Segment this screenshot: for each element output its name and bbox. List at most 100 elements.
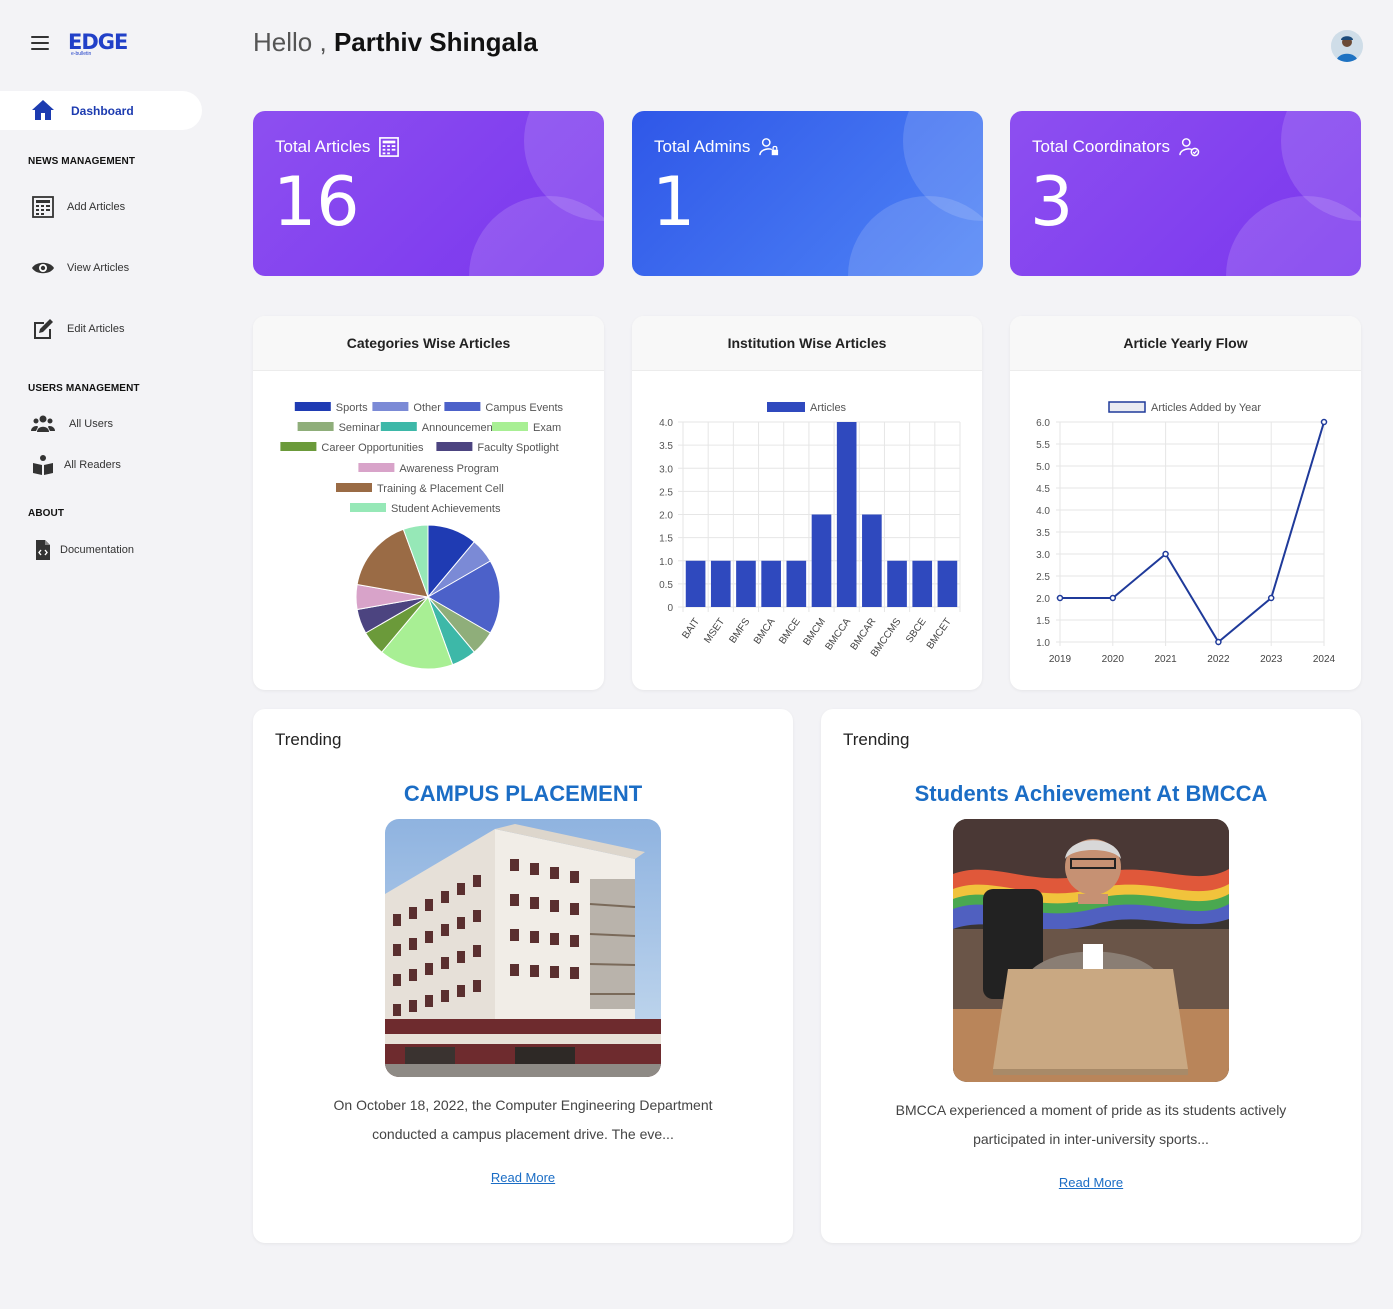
trending-description: On October 18, 2022, the Computer Engine… <box>293 1091 753 1149</box>
trending-description: BMCCA experienced a moment of pride as i… <box>861 1096 1321 1154</box>
legend-swatch <box>294 402 331 411</box>
avatar-image <box>1331 30 1363 62</box>
legend-label: Campus Events <box>485 402 563 414</box>
y-tick-label: 2.5 <box>1036 572 1050 583</box>
stat-card-total-coordinators[interactable]: Total Coordinators 3 <box>1010 111 1361 276</box>
trending-image-person[interactable] <box>953 819 1229 1082</box>
legend-swatch <box>297 422 334 431</box>
bar <box>761 560 781 607</box>
card-categories-chart: Categories Wise Articles Sports Other Camp… <box>253 316 604 690</box>
x-tick-label: BMCA <box>752 616 778 646</box>
y-tick-label: 0.5 <box>659 580 673 591</box>
section-title-users: USERS MANAGEMENT <box>28 383 140 394</box>
sidebar-item-add-articles[interactable]: Add Articles <box>0 192 210 222</box>
y-tick-label: 3.5 <box>659 441 673 452</box>
greeting-hello: Hello , <box>253 27 327 57</box>
y-tick-label: 5.5 <box>1036 440 1050 451</box>
trending-title[interactable]: Students Achievement At BMCCA <box>821 781 1361 807</box>
trending-image-building[interactable] <box>385 819 661 1077</box>
stat-card-total-articles[interactable]: Total Articles 16 <box>253 111 604 276</box>
legend-swatch <box>336 483 372 492</box>
app-logo[interactable]: EDGE e-bulletin <box>68 30 128 58</box>
sidebar-item-edit-articles[interactable]: Edit Articles <box>0 314 210 344</box>
x-tick-label: BMCET <box>925 616 954 651</box>
y-tick-label: 4.0 <box>1036 506 1050 517</box>
legend-swatch <box>350 503 386 512</box>
trending-card-student-achievement: Trending Students Achievement At BMCCA B… <box>821 709 1361 1243</box>
trending-desc-line: BMCCA experienced a moment of pride as i… <box>895 1102 1287 1118</box>
sidebar-item-all-readers[interactable]: All Readers <box>0 450 210 480</box>
data-point <box>1056 594 1064 602</box>
x-tick-label: 2021 <box>1154 654 1177 665</box>
legend-label: Other <box>413 402 441 414</box>
edit-icon <box>34 319 53 339</box>
legend-swatch <box>358 463 395 472</box>
sidebar-item-view-articles[interactable]: View Articles <box>0 253 210 283</box>
legend-label: Seminar <box>339 422 380 434</box>
legend-swatch <box>436 442 473 451</box>
trending-card-campus-placement: Trending CAMPUS PLACEMENT On October 18,… <box>253 709 793 1243</box>
stat-label: Total Articles <box>275 137 371 156</box>
data-point <box>1109 594 1117 602</box>
y-tick-label: 4.5 <box>1036 484 1050 495</box>
card-institution-chart: Institution Wise Articles Articles 0 0.5 1.… <box>632 316 982 690</box>
stat-title: Total Articles <box>275 137 400 157</box>
logo-subtext: e-bulletin <box>71 51 92 57</box>
stat-title: Total Admins <box>654 137 780 157</box>
eye-icon <box>32 262 54 274</box>
x-tick-label: BMFS <box>727 616 752 645</box>
user-check-icon <box>1179 138 1200 157</box>
x-tick-label: SBCE <box>904 616 929 645</box>
legend-label: Articles <box>810 402 847 414</box>
bar <box>786 560 807 607</box>
bar <box>710 560 731 607</box>
legend-label: Articles Added by Year <box>1151 402 1261 414</box>
data-point <box>1320 418 1328 426</box>
x-tick-label: 2022 <box>1207 654 1230 665</box>
x-tick-label: BMCE <box>777 616 803 646</box>
trending-title[interactable]: CAMPUS PLACEMENT <box>253 781 793 807</box>
legend-swatch <box>767 402 805 412</box>
sidebar-item-dashboard[interactable]: Dashboard <box>0 91 202 130</box>
card-title: Article Yearly Flow <box>1010 316 1361 371</box>
page-title: Hello , Parthiv Shingala <box>253 27 538 58</box>
trending-desc-line: conducted a campus placement drive. The … <box>372 1126 674 1142</box>
sidebar-item-label: View Articles <box>67 262 130 274</box>
menu-icon[interactable] <box>31 36 49 50</box>
y-tick-label: 5.0 <box>1036 462 1050 473</box>
decor-circle <box>469 196 604 276</box>
y-tick-label: 2.5 <box>659 487 673 498</box>
bar <box>836 422 857 607</box>
read-more-link[interactable]: Read More <box>821 1175 1361 1190</box>
avatar[interactable] <box>1331 30 1363 62</box>
sidebar-item-label: Documentation <box>60 544 134 556</box>
y-tick-label: 1.0 <box>1036 638 1050 649</box>
y-tick-label: 6.0 <box>1036 418 1050 429</box>
stat-title: Total Coordinators <box>1032 137 1200 157</box>
read-more-link[interactable]: Read More <box>253 1170 793 1185</box>
sidebar-item-label: Add Articles <box>67 201 126 213</box>
legend-label: Career Opportunities <box>321 442 424 454</box>
y-tick-label: 2.0 <box>659 511 673 522</box>
data-point <box>1215 638 1222 646</box>
x-tick-label: 2020 <box>1102 654 1125 665</box>
legend-label: Student Achievements <box>391 503 501 515</box>
sidebar-item-label: All Readers <box>64 459 121 471</box>
card-title: Institution Wise Articles <box>632 316 982 371</box>
sidebar-item-documentation[interactable]: Documentation <box>0 535 210 565</box>
x-tick-label: 2019 <box>1049 654 1072 665</box>
sidebar-item-all-users[interactable]: All Users <box>0 409 210 439</box>
legend-swatch <box>492 422 528 431</box>
stat-value: 1 <box>652 163 696 242</box>
stat-label: Total Admins <box>654 137 751 156</box>
y-tick-label: 0 <box>667 603 673 614</box>
section-title-about: ABOUT <box>28 508 65 519</box>
home-icon <box>32 100 54 120</box>
newspaper-icon <box>379 137 400 157</box>
user-lock-icon <box>759 138 779 156</box>
stat-card-total-admins[interactable]: Total Admins 1 <box>632 111 983 276</box>
y-tick-label: 3.0 <box>659 464 673 475</box>
card-title: Categories Wise Articles <box>253 316 604 371</box>
document-code-icon <box>36 540 50 560</box>
y-tick-label: 3.0 <box>1036 550 1050 561</box>
